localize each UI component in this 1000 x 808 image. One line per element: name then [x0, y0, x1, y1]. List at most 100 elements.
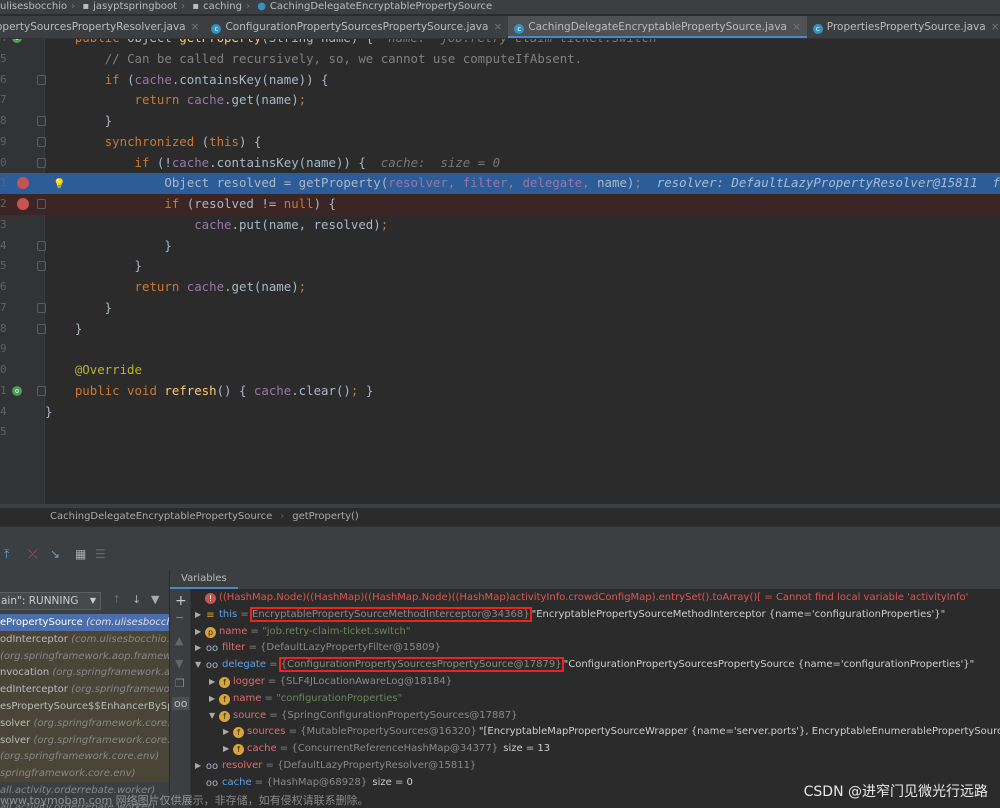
- run-to-cursor-icon[interactable]: ↘: [50, 547, 60, 561]
- stack-frame[interactable]: (org.springframework.aop.framework: [0, 647, 169, 665]
- frame-package: (org.springframework: [71, 684, 170, 696]
- expand-arrow-icon[interactable]: ▶: [195, 757, 205, 774]
- code-line: 1 💡 Object resolved = getProperty(resolve…: [0, 173, 1000, 194]
- code-line: 9 synchronized (this) {: [0, 132, 1000, 153]
- tab-2[interactable]: c CachingDelegateEncryptablePropertySourc…: [508, 16, 807, 38]
- breadcrumb-item[interactable]: ulisesbocchio: [0, 1, 67, 12]
- stack-frame[interactable]: solver (org.springframework.core.en: [0, 731, 169, 749]
- variable-value: {DefaultLazyPropertyResolver@15811}: [277, 760, 477, 771]
- variable-row[interactable]: ▶ f name = "configurationProperties": [209, 690, 402, 707]
- code-text: cache.put(name, resolved);: [45, 215, 388, 236]
- stack-frame[interactable]: edInterceptor (org.springframework: [0, 681, 170, 699]
- variable-row[interactable]: ▶ p name = "job.retry-claim-ticket.switch": [195, 623, 411, 640]
- stack-frame[interactable]: solver (org.springframework.core.en: [0, 714, 169, 732]
- up-arrow-icon[interactable]: ↑: [112, 593, 121, 606]
- code-line: 4}: [0, 402, 1000, 423]
- breadcrumb-item[interactable]: CachingDelegateEncryptablePropertySource: [270, 1, 492, 12]
- variable-row[interactable]: ! ((HashMap.Node)((HashMap)((HashMap.Node…: [195, 589, 968, 606]
- code-token: return: [134, 92, 187, 108]
- line-number: 6: [0, 72, 7, 86]
- close-tab-icon[interactable]: ×: [493, 21, 502, 33]
- expand-arrow-icon[interactable]: ▶: [209, 673, 219, 690]
- watches-toggle-icon[interactable]: oo: [172, 697, 190, 710]
- footer-notice: www.toymoban.com 网络图片仅供展示，非存储，如有侵权请联系删除。: [0, 794, 369, 807]
- implements-marker-icon[interactable]: o: [12, 385, 22, 396]
- tab-label: opertySourcesPropertyResolver.java: [0, 21, 186, 33]
- collapse-arrow-icon[interactable]: ▼: [209, 707, 219, 724]
- stack-frame[interactable]: esPropertySource$$EnhancerBySprin: [0, 698, 169, 715]
- move-down-icon[interactable]: ▼: [175, 657, 183, 670]
- variable-row[interactable]: ▼ oo delegate = {ConfigurationPropertySour…: [195, 656, 974, 673]
- field-icon: f: [233, 727, 244, 739]
- variable-name: cache: [222, 776, 252, 788]
- code-token: delegate: [522, 175, 583, 191]
- filter-icon[interactable]: ▼: [151, 593, 159, 606]
- breakpoint-icon[interactable]: [17, 198, 29, 210]
- variable-row[interactable]: ▼ f source = {SpringConfigurationPropertyS…: [209, 707, 517, 724]
- collapse-arrow-icon[interactable]: ▼: [195, 656, 205, 673]
- stack-frame[interactable]: springframework.core.env): [0, 765, 169, 783]
- tab-1[interactable]: c ConfigurationPropertySourcesPropertySou…: [205, 16, 508, 38]
- tab-label: ConfigurationPropertySourcesPropertySour…: [225, 21, 489, 33]
- variable-row[interactable]: ▶ ≡ this = EncryptablePropertySourceMethod…: [195, 606, 945, 623]
- tab-3[interactable]: c PropertiesPropertySource.java ×: [807, 16, 1000, 38]
- variable-name: filter: [222, 642, 246, 654]
- breadcrumb-item[interactable]: caching: [203, 1, 242, 12]
- equals-sign: =: [276, 743, 292, 755]
- stack-frame[interactable]: odInterceptor (com.ulisesbocchio.jas: [0, 630, 169, 648]
- code-token: cache: [134, 71, 172, 87]
- code-token: .containsKey(name)) {: [171, 71, 329, 87]
- down-arrow-icon[interactable]: ↓: [132, 593, 141, 606]
- breadcrumb-method[interactable]: getProperty(): [292, 511, 359, 522]
- add-watch-icon[interactable]: +: [175, 593, 187, 609]
- breadcrumb-class[interactable]: CachingDelegateEncryptablePropertySource: [50, 511, 272, 522]
- code-token: public void: [74, 382, 165, 398]
- equals-sign: =: [264, 676, 280, 687]
- expand-arrow-icon[interactable]: ▶: [195, 606, 205, 623]
- evaluate-expression-icon[interactable]: ▦: [75, 547, 86, 561]
- variable-row[interactable]: ▶ oo filter = {DefaultLazyPropertyFilter@1…: [195, 639, 441, 656]
- editor-tabs: opertySourcesPropertyResolver.java × c Conf…: [0, 16, 1000, 39]
- code-token: // Can be called recursively, so, we can…: [104, 50, 583, 66]
- tab-variables[interactable]: Variables: [170, 570, 238, 589]
- tab-0[interactable]: opertySourcesPropertyResolver.java ×: [0, 16, 205, 38]
- variable-row[interactable]: ▶ oo resolver = {DefaultLazyPropertyResolv…: [195, 757, 476, 774]
- step-out-icon[interactable]: ⤒: [4, 547, 9, 562]
- breadcrumb-item[interactable]: jasyptspringboot: [93, 1, 177, 12]
- variable-row[interactable]: oo cache = {HashMap@68928} size = 0: [195, 774, 413, 791]
- expand-arrow-icon[interactable]: ▶: [223, 723, 233, 740]
- code-line: 8 }: [0, 319, 1000, 340]
- remove-watch-icon[interactable]: −: [175, 611, 184, 624]
- copy-icon[interactable]: ❐: [175, 677, 185, 690]
- variable-row[interactable]: ▶ f cache = {ConcurrentReferenceHashMap@34…: [223, 740, 550, 757]
- stack-frame[interactable]: nvocation (org.springframework.aop: [0, 664, 169, 682]
- expand-arrow-icon[interactable]: ▶: [223, 740, 233, 757]
- code-token: ,: [582, 175, 598, 191]
- trace-icon[interactable]: ☰: [95, 547, 106, 561]
- drop-frame-icon[interactable]: ⤫: [28, 547, 38, 562]
- frame-method: solver: [0, 717, 31, 729]
- code-token: refresh: [164, 382, 217, 398]
- code-line: 6 if (cache.containsKey(name)) {: [0, 70, 1000, 91]
- expand-arrow-icon[interactable]: ▶: [195, 639, 205, 656]
- code-text: @Override: [45, 360, 142, 381]
- close-tab-icon[interactable]: ×: [792, 21, 801, 33]
- code-token: }: [45, 237, 172, 253]
- close-tab-icon[interactable]: ×: [191, 21, 200, 33]
- code-editor[interactable]: 4o public Object getProperty(String name…: [0, 28, 1000, 504]
- stack-frame[interactable]: ePropertySource (com.ulisesbocchio.jas: [0, 614, 169, 631]
- move-up-icon[interactable]: ▲: [175, 634, 183, 647]
- code-line: 9: [0, 339, 1000, 360]
- tab-label: PropertiesPropertySource.java: [826, 21, 986, 33]
- expand-arrow-icon[interactable]: ▶: [195, 623, 205, 640]
- breakpoint-icon[interactable]: [17, 177, 29, 190]
- expand-arrow-icon[interactable]: ▶: [209, 690, 219, 707]
- stack-frame[interactable]: (org.springframework.core.env): [0, 748, 169, 766]
- variable-row[interactable]: ▶ f sources = {MutablePropertySources@1632…: [223, 723, 1000, 740]
- close-tab-icon[interactable]: ×: [991, 21, 1000, 33]
- variable-row[interactable]: ▶ f logger = {SLF4JLocationAwareLog@18184}: [209, 673, 452, 690]
- thread-selector[interactable]: ain": RUNNING ▼: [0, 592, 101, 610]
